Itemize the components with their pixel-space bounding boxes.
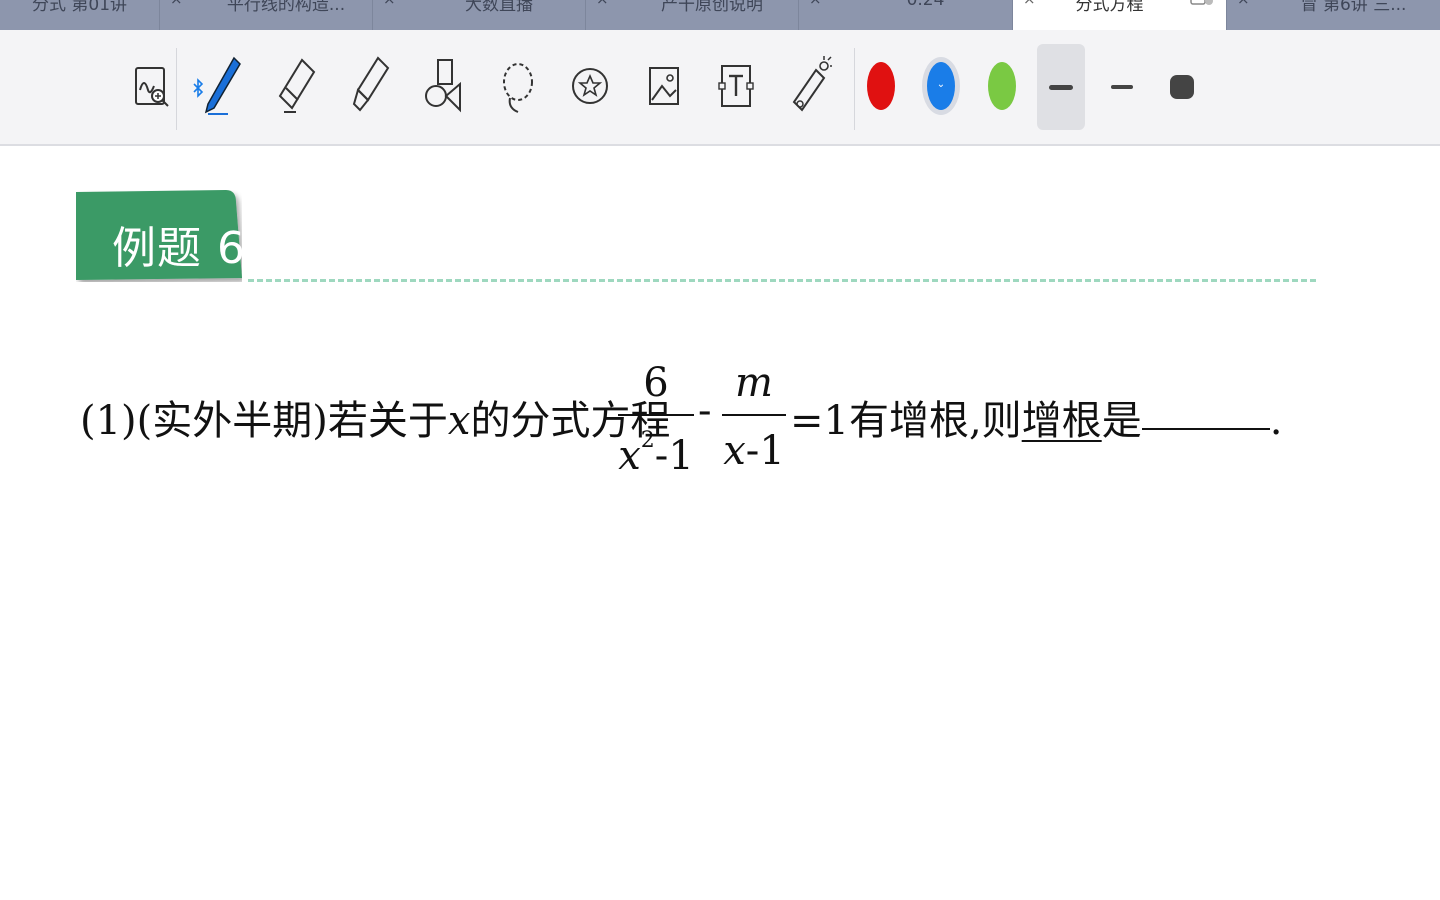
selected-check-icon: ⌄	[936, 79, 946, 90]
color-red-swatch[interactable]	[867, 62, 895, 110]
example-number-title: 例题 6	[112, 223, 246, 274]
magnify-handwriting-icon[interactable]	[126, 52, 174, 120]
tab-label: 0.24	[906, 0, 945, 10]
sticker-icon[interactable]	[566, 52, 614, 120]
tab-7[interactable]: × 冒 第6讲 三...	[1227, 0, 1440, 30]
lasso-icon[interactable]	[494, 52, 542, 120]
screen-share-icon[interactable]	[1190, 0, 1214, 14]
tab-3[interactable]: × 大数直播	[373, 0, 586, 30]
section-divider	[248, 279, 1316, 282]
problem-statement: (1)(实外半期)若关于x的分式方程 6 x2-1 - m x-1 =1有增根,…	[80, 360, 1282, 490]
tab-2[interactable]: × 平行线的构造...	[160, 0, 373, 30]
tab-label: 产干原创说明	[661, 0, 763, 15]
close-icon[interactable]: ×	[809, 0, 822, 8]
fraction-2-denominator: x-1	[723, 428, 785, 474]
stroke-thin-option[interactable]	[1037, 44, 1085, 130]
laser-pointer-icon[interactable]	[786, 52, 834, 120]
color-blue-swatch[interactable]: ⌄	[927, 62, 955, 110]
stroke-thin-sample	[1049, 84, 1073, 90]
stroke-medium-sample	[1111, 85, 1133, 89]
tab-1[interactable]: 分式 第01讲	[0, 0, 160, 30]
variable-x: x	[447, 398, 471, 444]
minus-sign: -	[698, 388, 712, 434]
eraser-icon[interactable]	[272, 52, 320, 120]
tab-label: 平行线的构造...	[226, 0, 346, 15]
pen-icon[interactable]	[198, 52, 246, 120]
tab-label: 分式 第01讲	[31, 0, 128, 15]
fraction-bar	[722, 414, 786, 416]
problem-suffix: =1有增根,则增根是.	[790, 388, 1282, 446]
shapes-icon[interactable]	[420, 52, 468, 120]
problem-prefix: (1)(实外半期)若关于x的分式方程	[80, 398, 671, 444]
underlined-term: 增根	[1021, 398, 1102, 444]
answer-blank	[1141, 388, 1270, 430]
image-icon[interactable]	[640, 52, 688, 120]
fraction-1-denominator: x2-1	[618, 428, 694, 479]
tab-label: 冒 第6讲 三...	[1300, 0, 1407, 15]
close-icon[interactable]: ×	[170, 0, 183, 8]
tab-5[interactable]: × 0.24	[799, 0, 1013, 30]
tab-4[interactable]: × 产干原创说明	[586, 0, 799, 30]
tab-strip: 分式 第01讲 × 平行线的构造... × 大数直播 × 产干原创说明 × 0.…	[0, 0, 1440, 30]
toolbar-separator	[176, 48, 177, 130]
stroke-thick-sample	[1170, 75, 1194, 99]
tab-6-active[interactable]: × 分式方程	[1013, 0, 1227, 30]
stroke-thick-option[interactable]	[1158, 44, 1206, 130]
toolbar-separator	[854, 48, 855, 130]
close-icon[interactable]: ×	[1237, 0, 1250, 8]
close-icon[interactable]: ×	[383, 0, 396, 8]
stroke-medium-option[interactable]	[1098, 44, 1146, 130]
color-green-swatch[interactable]	[988, 62, 1016, 110]
drawing-toolbar: ⌄	[0, 30, 1440, 146]
fraction-1-numerator: 6	[643, 360, 669, 406]
close-icon[interactable]: ×	[596, 0, 609, 8]
text-box-icon[interactable]	[712, 52, 760, 120]
tab-label: 分式方程	[1075, 0, 1144, 15]
fraction-2-numerator: m	[735, 360, 773, 406]
tab-label: 大数直播	[465, 0, 533, 15]
highlighter-icon[interactable]	[346, 52, 394, 120]
fraction-bar	[618, 414, 694, 416]
